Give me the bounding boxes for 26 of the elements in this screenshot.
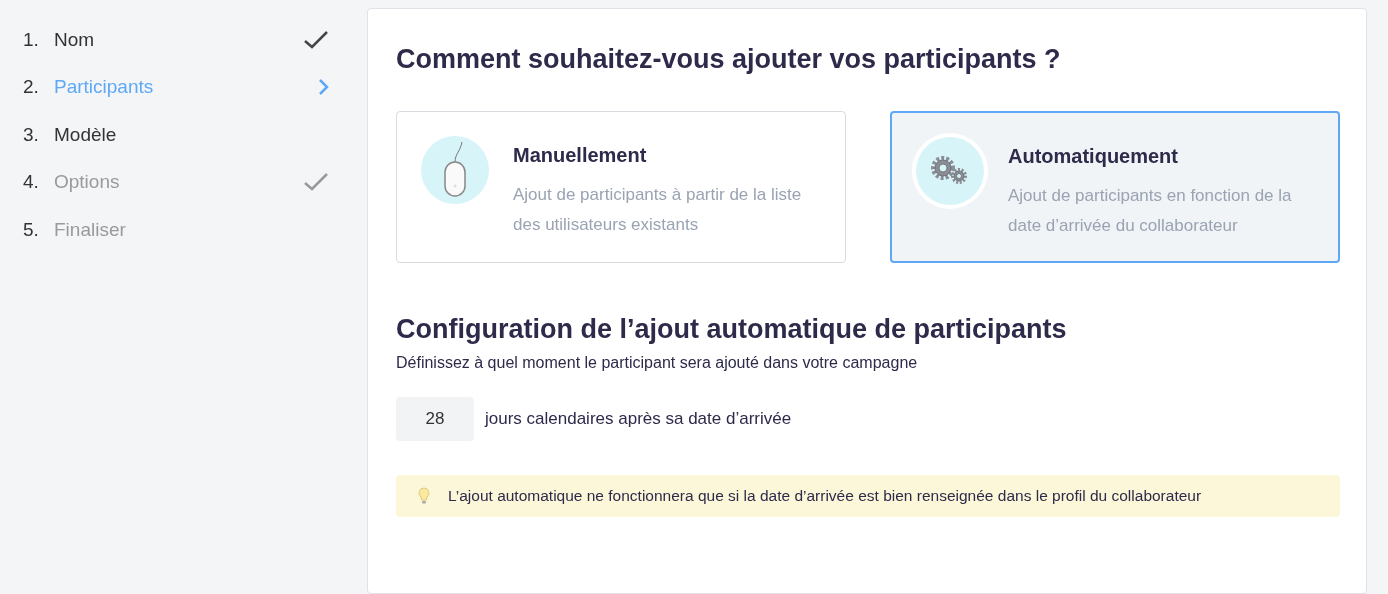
section-title: Configuration de l’ajout automatique de participants: [396, 313, 1068, 346]
option-title: Manuellement: [513, 143, 648, 168]
option-card[interactable]: Manuellement Ajout de participants à partir de la liste des utilisateurs existants: [396, 111, 846, 263]
option-description: Ajout de participants à partir de la liste des utilisateurs existants: [513, 184, 803, 236]
step-number: 1.: [23, 27, 40, 52]
step-number: 4.: [23, 170, 40, 194]
step-label[interactable]: Modèle: [54, 120, 117, 149]
option-card[interactable]: Automatiquement Ajout de participants en fonction de la date d’arrivée du collaborateur: [890, 111, 1340, 263]
step-label[interactable]: Nom: [54, 25, 95, 54]
step-item[interactable]: 1. Nom: [23, 16, 329, 64]
days-input[interactable]: 28: [396, 397, 474, 441]
step-item[interactable]: 3. Modèle: [23, 111, 329, 159]
step-item[interactable]: 2. Participants: [23, 63, 329, 111]
days-label: jours calendaires après sa date d’arrivée: [485, 408, 792, 431]
tip-text: L’ajout automatique ne fonctionnera que si la date d’arrivée est bien renseignée dans le profil du collaborateur: [448, 486, 1202, 506]
option-description: Ajout de participants en fonction de la date d’arrivée du collaborateur: [1008, 185, 1293, 237]
step-item[interactable]: 5. Finaliser: [23, 206, 329, 254]
step-item[interactable]: 4. Options: [23, 158, 329, 206]
step-number: 2.: [23, 75, 40, 99]
page-title: Comment souhaitez-vous ajouter vos participants ?: [396, 43, 1062, 76]
lightbulb-icon: [418, 487, 430, 505]
option-title: Automatiquement: [1008, 144, 1179, 169]
section-subtitle: Définissez à quel moment le participant sera ajouté dans votre campagne: [396, 353, 919, 373]
step-number: 3.: [23, 122, 40, 147]
step-number: 5.: [23, 217, 40, 242]
chevron-right-icon: [317, 78, 329, 97]
